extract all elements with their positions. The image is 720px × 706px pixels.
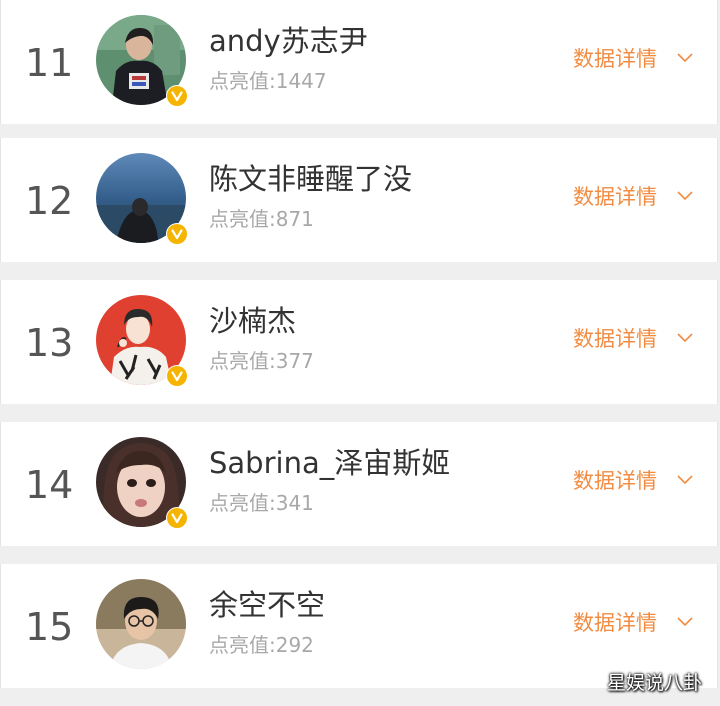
watermark-text: 星娱说八卦 — [607, 672, 703, 694]
score-value: 点亮值:341 — [209, 491, 314, 515]
rank-number: 12 — [25, 179, 74, 223]
rank-number: 13 — [25, 321, 74, 365]
rank-number: 11 — [25, 41, 74, 85]
score-value: 点亮值:292 — [209, 633, 314, 657]
ranking-row[interactable]: 12 陈文非睡醒了没 点亮值:871 数据详情 — [0, 138, 718, 262]
data-detail-button[interactable]: 数据详情 — [573, 325, 657, 353]
data-detail-button[interactable]: 数据详情 — [573, 183, 657, 211]
score-value: 点亮值:871 — [209, 207, 314, 231]
rank-number: 15 — [25, 605, 74, 649]
ranking-row[interactable]: 13 沙楠杰 点亮值:377 数据详情 — [0, 280, 718, 404]
user-name[interactable]: andy苏志尹 — [209, 22, 368, 60]
score-value: 点亮值:377 — [209, 349, 314, 373]
verified-badge-icon — [166, 507, 188, 529]
rank-number: 14 — [25, 463, 74, 507]
verified-badge-icon — [166, 223, 188, 245]
user-name[interactable]: 余空不空 — [209, 586, 325, 624]
chevron-down-icon[interactable] — [676, 331, 694, 345]
chevron-down-icon[interactable] — [676, 189, 694, 203]
chevron-down-icon[interactable] — [676, 51, 694, 65]
verified-badge-icon — [166, 85, 188, 107]
data-detail-button[interactable]: 数据详情 — [573, 467, 657, 495]
user-name[interactable]: 陈文非睡醒了没 — [209, 160, 412, 198]
user-name[interactable]: 沙楠杰 — [209, 302, 296, 340]
ranking-row[interactable]: 14 Sabrina_泽宙斯姬 点亮值:341 数据详情 — [0, 422, 718, 546]
chevron-down-icon[interactable] — [676, 615, 694, 629]
data-detail-button[interactable]: 数据详情 — [573, 609, 657, 637]
avatar-photo-icon — [96, 579, 186, 669]
verified-badge-icon — [166, 365, 188, 387]
data-detail-button[interactable]: 数据详情 — [573, 45, 657, 73]
chevron-down-icon[interactable] — [676, 473, 694, 487]
avatar[interactable] — [96, 579, 186, 669]
user-name[interactable]: Sabrina_泽宙斯姬 — [209, 444, 450, 482]
score-value: 点亮值:1447 — [209, 69, 327, 93]
ranking-row[interactable]: 11 andy苏志尹 点亮值:1447 数据详情 — [0, 0, 718, 124]
ranking-list: 11 andy苏志尹 点亮值:1447 数据详情 12 陈文非睡醒了没 点亮值:… — [0, 0, 720, 706]
